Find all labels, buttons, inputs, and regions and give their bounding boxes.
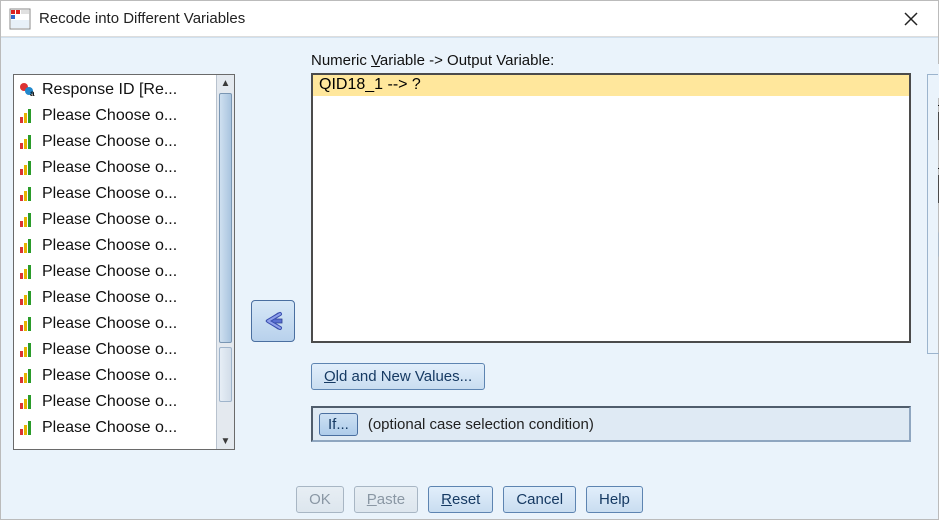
output-variable-column: Output Variable Name: Label: Change <box>927 52 939 450</box>
dialog-title: Recode into Different Variables <box>39 10 890 27</box>
scale-icon <box>18 315 38 333</box>
old-and-new-values-button[interactable]: Old and New Values... <box>311 363 485 390</box>
mapping-label: Numeric Variable -> Output Variable: <box>311 52 911 69</box>
below-center: Old and New Values... If... (optional ca… <box>311 363 911 442</box>
variable-list-item-label: Please Choose o... <box>42 263 177 281</box>
variable-list-item[interactable]: Please Choose o... <box>14 103 216 129</box>
nominal-icon: a <box>18 81 38 99</box>
variable-list-item[interactable]: Please Choose o... <box>14 207 216 233</box>
variable-list-item-label: Response ID [Re... <box>42 81 177 99</box>
scale-icon <box>18 393 38 411</box>
variable-list-item[interactable]: Please Choose o... <box>14 155 216 181</box>
close-icon <box>903 11 919 27</box>
scroll-track-segment <box>219 347 232 402</box>
scale-icon <box>18 237 38 255</box>
variable-list-item[interactable]: Please Choose o... <box>14 415 216 441</box>
if-condition-row: If... (optional case selection condition… <box>311 406 911 442</box>
variable-list-item-label: Please Choose o... <box>42 107 177 125</box>
variable-list-item[interactable]: Please Choose o... <box>14 285 216 311</box>
source-variable-list[interactable]: a Response ID [Re... Please Choose o... Ple… <box>13 74 235 450</box>
if-text: (optional case selection condition) <box>368 416 594 433</box>
arrow-left-icon <box>260 310 286 332</box>
scale-icon <box>18 211 38 229</box>
reset-button[interactable]: Reset <box>428 486 493 513</box>
variable-list-item[interactable]: Please Choose o... <box>14 233 216 259</box>
output-variable-group: Output Variable Name: Label: Change <box>927 74 939 354</box>
variable-list-item-label: Please Choose o... <box>42 289 177 307</box>
titlebar: Recode into Different Variables <box>1 1 938 37</box>
scroll-down-arrow[interactable]: ▼ <box>217 433 234 449</box>
variable-list-item[interactable]: Please Choose o... <box>14 259 216 285</box>
variable-list-item-label: Please Choose o... <box>42 367 177 385</box>
spss-app-icon <box>9 8 31 30</box>
variable-list-item-label: Please Choose o... <box>42 419 177 437</box>
scroll-thumb[interactable] <box>219 93 232 343</box>
scale-icon <box>18 419 38 437</box>
columns: a Response ID [Re... Please Choose o... Ple… <box>13 52 928 450</box>
mapping-list[interactable]: QID18_1 --> ? <box>311 73 911 343</box>
dialog-body: a Response ID [Re... Please Choose o... Ple… <box>1 37 938 519</box>
scale-icon <box>18 159 38 177</box>
center-column: Numeric Variable -> Output Variable: QID… <box>311 52 911 450</box>
scale-icon <box>18 289 38 307</box>
variable-list-item[interactable]: Please Choose o... <box>14 311 216 337</box>
variable-list-item-label: Please Choose o... <box>42 211 177 229</box>
ok-button[interactable]: OK <box>296 486 344 513</box>
scale-icon <box>18 341 38 359</box>
variable-list-item[interactable]: Please Choose o... <box>14 389 216 415</box>
scale-icon <box>18 263 38 281</box>
scroll-up-arrow[interactable]: ▲ <box>217 75 234 91</box>
variable-list-item-label: Please Choose o... <box>42 237 177 255</box>
variable-list-item-label: Please Choose o... <box>42 185 177 203</box>
svg-text:a: a <box>30 89 35 98</box>
scale-icon <box>18 107 38 125</box>
variable-list-item-label: Please Choose o... <box>42 341 177 359</box>
dialog-button-row: OK Paste Reset Cancel Help <box>1 486 938 513</box>
move-left-button[interactable] <box>251 300 295 342</box>
scale-icon <box>18 367 38 385</box>
cancel-button[interactable]: Cancel <box>503 486 576 513</box>
variable-list-item[interactable]: Please Choose o... <box>14 363 216 389</box>
variable-list-item[interactable]: Please Choose o... <box>14 181 216 207</box>
variable-list-item[interactable]: Please Choose o... <box>14 129 216 155</box>
variable-list-item-label: Please Choose o... <box>42 315 177 333</box>
paste-button[interactable]: Paste <box>354 486 418 513</box>
scale-icon <box>18 133 38 151</box>
if-button[interactable]: If... <box>319 413 358 436</box>
variable-list-item[interactable]: Please Choose o... <box>14 337 216 363</box>
close-button[interactable] <box>890 4 932 34</box>
scale-icon <box>18 185 38 203</box>
variable-list-item-label: Please Choose o... <box>42 393 177 411</box>
help-button[interactable]: Help <box>586 486 643 513</box>
dialog-window: Recode into Different Variables a Respons… <box>0 0 939 520</box>
scrollbar[interactable]: ▲ ▼ <box>216 75 234 449</box>
mapping-item[interactable]: QID18_1 --> ? <box>313 75 909 96</box>
variable-list-item-label: Please Choose o... <box>42 133 177 151</box>
variable-list-item-label: Please Choose o... <box>42 159 177 177</box>
transfer-column <box>251 52 295 450</box>
variable-list-item[interactable]: a Response ID [Re... <box>14 77 216 103</box>
